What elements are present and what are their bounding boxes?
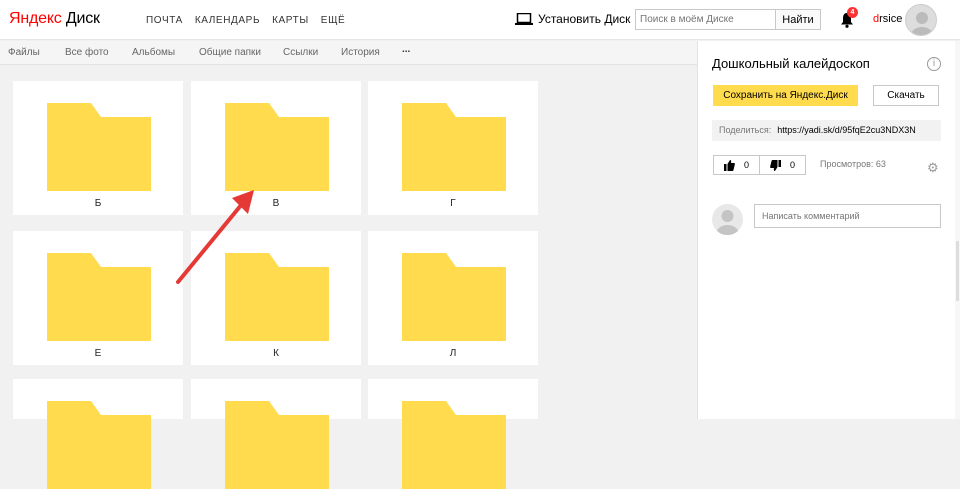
service-calendar-link[interactable]: КАЛЕНДАРЬ (195, 15, 260, 26)
folder-tile[interactable] (13, 379, 183, 489)
like-count: 0 (743, 160, 749, 170)
logo-disk: Диск (65, 10, 100, 27)
gear-icon[interactable]: ⚙ (927, 160, 939, 176)
share-link-box[interactable]: Поделиться: https://yadi.sk/d/95fqE2cu3ND… (712, 120, 941, 141)
tab-albums[interactable]: Альбомы (132, 47, 175, 58)
folder-name: Г (450, 198, 456, 209)
tab-files[interactable]: Файлы (8, 47, 40, 58)
service-mail-link[interactable]: ПОЧТА (146, 15, 183, 26)
laptop-icon (515, 13, 533, 25)
folder-icon (402, 401, 506, 489)
folder-tile[interactable]: Г (368, 81, 538, 215)
folder-name: Л (449, 348, 457, 359)
folder-icon (47, 253, 151, 341)
comment-input[interactable] (754, 204, 941, 228)
top-bar: Яндекс Диск ПОЧТА КАЛЕНДАРЬ КАРТЫ ЕЩЁ Ус… (0, 0, 960, 40)
folder-icon (402, 103, 506, 191)
info-icon[interactable]: i (927, 57, 941, 71)
username[interactable]: drsice (873, 13, 902, 25)
install-disk-label: Установить Диск (538, 12, 631, 26)
folder-name: К (273, 348, 279, 359)
username-rest: rsice (879, 13, 903, 25)
tab-more[interactable]: ... (402, 44, 410, 55)
avatar-placeholder-icon (911, 12, 933, 35)
avatar-placeholder-icon (716, 210, 739, 235)
service-more-link[interactable]: ЕЩЁ (321, 15, 346, 26)
thumbs-up-icon (723, 159, 735, 171)
service-maps-link[interactable]: КАРТЫ (272, 15, 309, 26)
folder-tile[interactable]: Е (13, 231, 183, 365)
like-button[interactable]: 0 (714, 156, 759, 174)
folder-tile[interactable] (368, 379, 538, 489)
details-panel: Дошкольный калейдоскоп i Сохранить на Ян… (697, 41, 960, 419)
tab-history[interactable]: История (341, 47, 380, 58)
services-nav: ПОЧТА КАЛЕНДАРЬ КАРТЫ ЕЩЁ (146, 15, 357, 26)
dislike-count: 0 (789, 160, 795, 170)
download-button[interactable]: Скачать (873, 85, 939, 106)
folder-icon (47, 401, 151, 489)
folder-icon (47, 103, 151, 191)
folder-grid: Б В Г Е К Л (0, 66, 697, 489)
dislike-button[interactable]: 0 (759, 156, 805, 174)
install-disk-button[interactable]: Установить Диск (515, 12, 630, 26)
folder-name: Б (94, 198, 102, 209)
folder-icon (225, 103, 329, 191)
tab-shared-folders[interactable]: Общие папки (199, 47, 261, 58)
folder-tile[interactable]: Б (13, 81, 183, 215)
folder-icon (225, 401, 329, 489)
share-label: Поделиться: (719, 125, 772, 135)
save-to-disk-button[interactable]: Сохранить на Яндекс.Диск (713, 85, 858, 106)
scrollbar-thumb[interactable] (956, 241, 959, 301)
yandex-disk-logo[interactable]: Яндекс Диск (9, 10, 100, 28)
folder-tile[interactable]: Л (368, 231, 538, 365)
section-tabs: Файлы Все фото Альбомы Общие папки Ссылк… (0, 41, 697, 65)
logo-yandex: Яндекс (9, 10, 62, 27)
tab-links[interactable]: Ссылки (283, 47, 318, 58)
thumbs-down-icon (770, 159, 781, 171)
annotation-arrow (176, 190, 254, 284)
folder-tile[interactable] (191, 379, 361, 489)
notification-badge: 4 (847, 7, 858, 18)
rating-buttons: 0 0 (713, 155, 806, 175)
views-count: Просмотров: 63 (820, 159, 886, 169)
folder-icon (402, 253, 506, 341)
panel-title: Дошкольный калейдоскоп (712, 56, 870, 71)
user-avatar[interactable] (905, 4, 937, 36)
tab-all-photos[interactable]: Все фото (65, 47, 109, 58)
scrollbar[interactable] (955, 41, 960, 419)
share-url[interactable]: https://yadi.sk/d/95fqE2cu3NDX3N (777, 125, 916, 135)
search-input[interactable] (635, 9, 776, 30)
search-form: Найти (635, 9, 821, 30)
folder-name: Е (94, 348, 102, 359)
commenter-avatar (712, 204, 743, 235)
search-button[interactable]: Найти (776, 9, 821, 30)
